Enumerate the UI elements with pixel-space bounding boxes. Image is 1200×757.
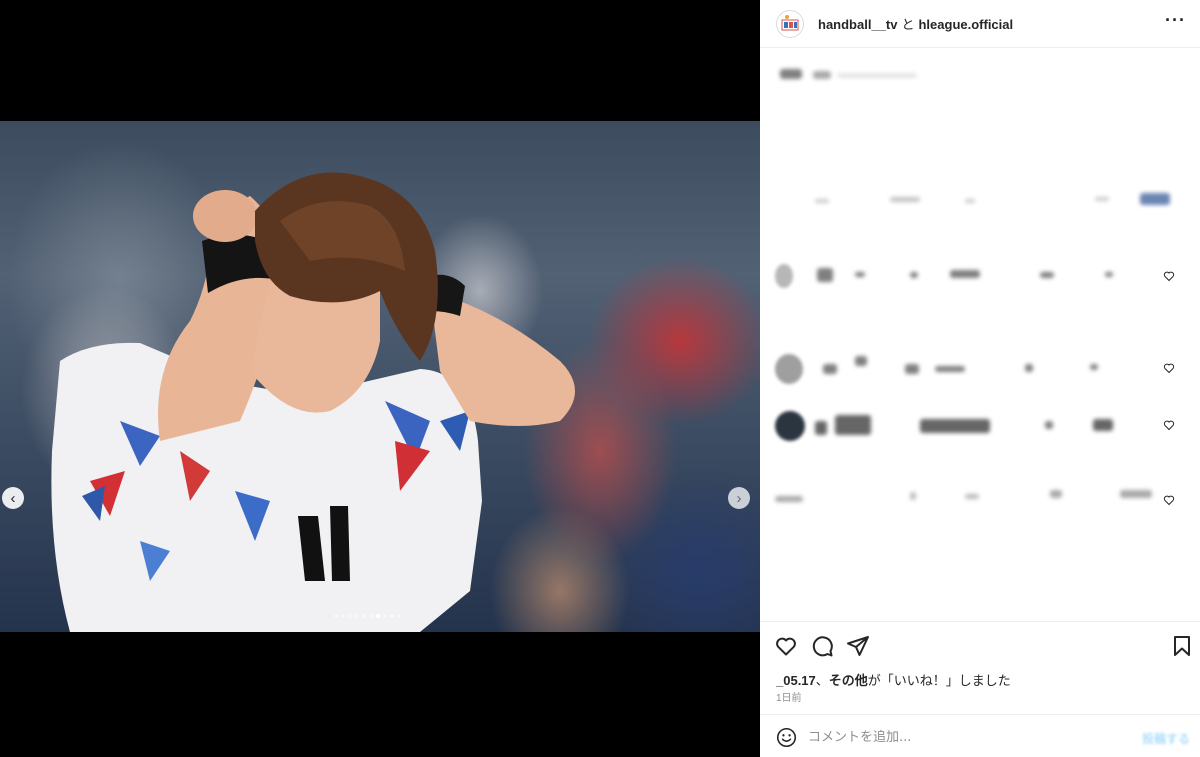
comment-composer: 投稿する	[760, 714, 1200, 757]
carousel-dot	[369, 614, 373, 618]
likes-others-link[interactable]: その他	[829, 673, 868, 688]
heart-icon[interactable]	[1163, 362, 1175, 374]
list-item	[775, 484, 1175, 514]
account-logo-icon	[781, 14, 799, 30]
carousel-dot	[376, 614, 380, 618]
author-link[interactable]: handball__tv	[818, 17, 897, 32]
liker-username[interactable]: _05.17	[776, 673, 816, 688]
caption-row	[775, 67, 1175, 97]
media-viewer: ‹ ›	[0, 0, 760, 757]
more-options-button[interactable]: ···	[1165, 10, 1186, 31]
carousel-dot	[348, 614, 352, 618]
heart-icon[interactable]	[1163, 419, 1175, 431]
post-timestamp[interactable]: 1日前	[776, 689, 802, 704]
carousel-dot	[362, 614, 366, 618]
chevron-right-icon: ›	[736, 489, 742, 507]
carousel-dot	[383, 614, 387, 618]
heart-icon[interactable]	[774, 634, 798, 658]
player-illustration	[51, 172, 575, 632]
post-side-panel: handball__tv と hleague.official ··· _05.…	[760, 0, 1200, 757]
prev-slide-button[interactable]: ‹	[2, 487, 24, 509]
post-photo: ‹ ›	[0, 121, 760, 632]
collaborator-link[interactable]: hleague.official	[918, 17, 1013, 32]
list-item	[775, 354, 1175, 384]
list-item	[775, 189, 1175, 219]
carousel-dot	[355, 614, 359, 618]
list-item	[775, 262, 1175, 292]
smiley-icon[interactable]	[776, 727, 797, 748]
post-authors: handball__tv と hleague.official	[818, 14, 1013, 33]
heart-icon[interactable]	[1163, 494, 1175, 506]
likes-summary: _05.17、その他が「いいね！」しました	[776, 670, 1011, 689]
likes-suffix: が「いいね！」しました	[867, 673, 1011, 688]
carousel-dot	[334, 614, 338, 618]
carousel-dot	[341, 614, 345, 618]
heart-icon[interactable]	[1163, 270, 1175, 282]
carousel-dot	[397, 614, 401, 618]
carousel-indicator	[334, 614, 401, 620]
chevron-left-icon: ‹	[10, 489, 16, 507]
post-comment-button[interactable]: 投稿する	[1142, 730, 1190, 747]
comment-input[interactable]	[808, 725, 1128, 749]
carousel-dot	[390, 614, 394, 618]
comment-icon[interactable]	[810, 634, 834, 658]
more-horizontal-icon: ···	[1165, 10, 1186, 30]
comments-list	[760, 49, 1200, 619]
next-slide-button[interactable]: ›	[728, 487, 750, 509]
post-header: handball__tv と hleague.official ···	[760, 0, 1200, 48]
avatar[interactable]	[776, 9, 804, 38]
likes-separator: 、	[815, 673, 829, 688]
authors-connector: と	[901, 17, 915, 32]
post-actions: _05.17、その他が「いいね！」しました 1日前	[760, 621, 1200, 713]
send-icon[interactable]	[846, 634, 870, 658]
list-item	[775, 411, 1175, 441]
bookmark-icon[interactable]	[1170, 634, 1194, 658]
